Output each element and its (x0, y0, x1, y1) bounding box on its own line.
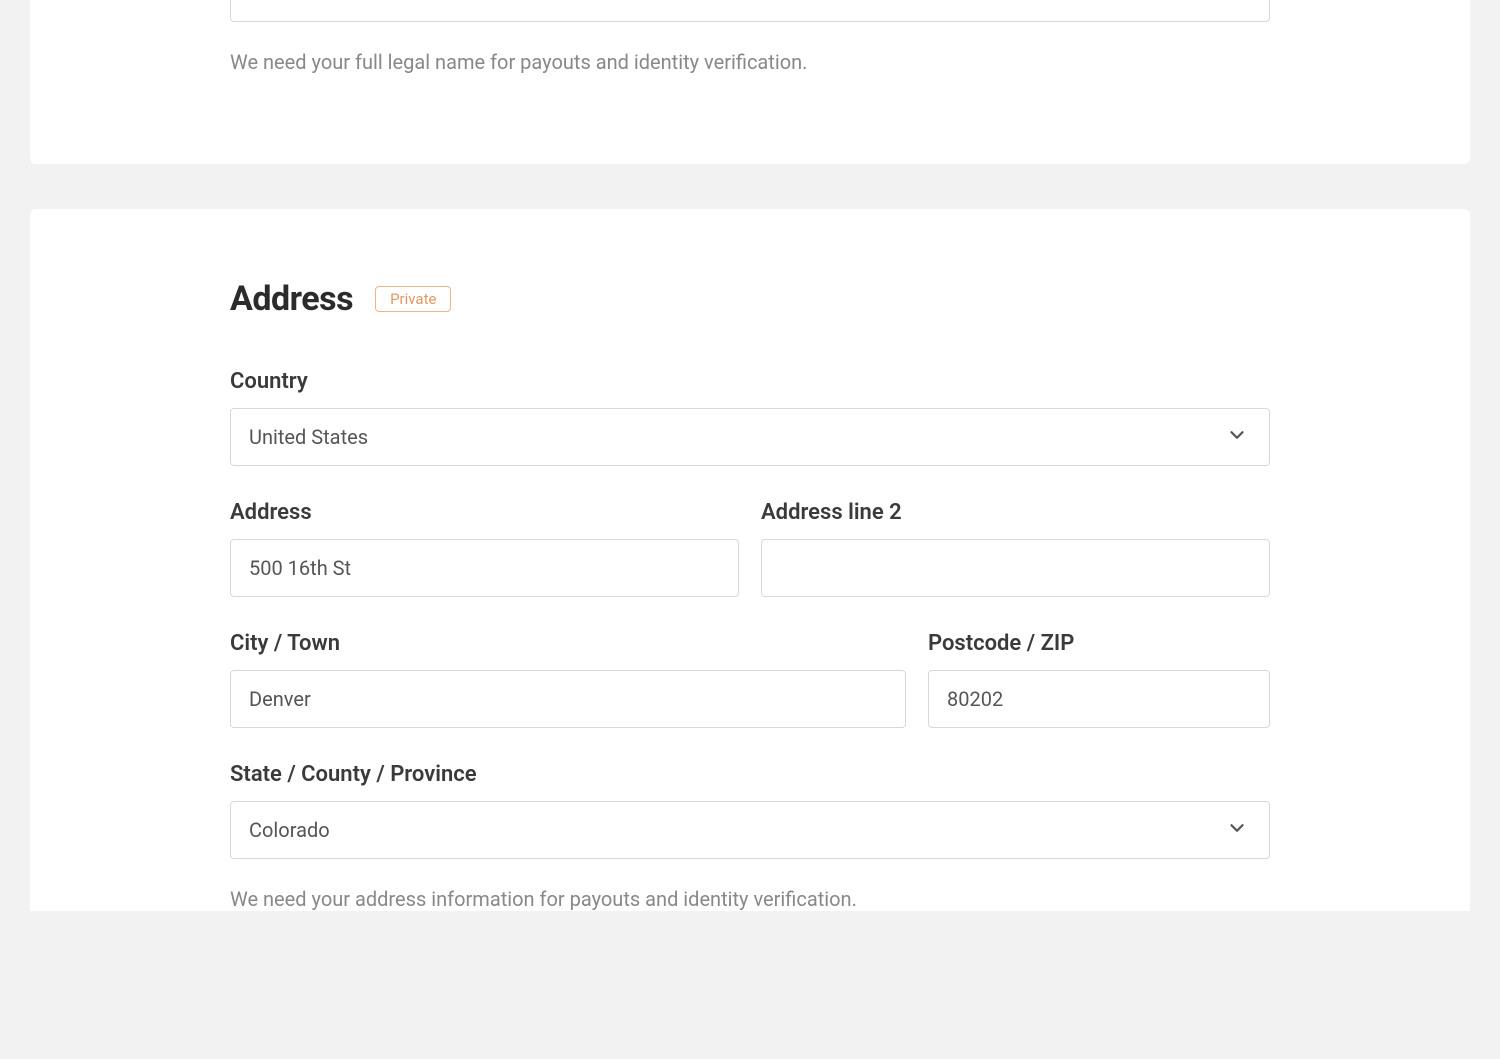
state-select[interactable]: Colorado (230, 801, 1270, 859)
name-input-partial[interactable] (230, 0, 1270, 22)
address2-col: Address line 2 (761, 500, 1270, 597)
country-field-group: Country United States (230, 369, 1270, 466)
state-field-group: State / County / Province Colorado (230, 762, 1270, 859)
country-select-wrapper: United States (230, 408, 1270, 466)
postcode-label: Postcode / ZIP (928, 631, 1270, 656)
city-zip-row: City / Town Postcode / ZIP (230, 631, 1270, 728)
address-section-header: Address Private (230, 279, 1270, 319)
address-input[interactable] (230, 539, 739, 597)
country-select[interactable]: United States (230, 408, 1270, 466)
address-title: Address (230, 279, 353, 319)
address-card: Address Private Country United States Ad… (30, 209, 1470, 911)
postcode-col: Postcode / ZIP (928, 631, 1270, 728)
address2-input[interactable] (761, 539, 1270, 597)
postcode-input[interactable] (928, 670, 1270, 728)
address2-label: Address line 2 (761, 500, 1270, 525)
address-row: Address Address line 2 (230, 500, 1270, 597)
address-col: Address (230, 500, 739, 597)
city-col: City / Town (230, 631, 906, 728)
card-spacer (0, 164, 1500, 209)
city-input[interactable] (230, 670, 906, 728)
name-card: We need your full legal name for payouts… (30, 0, 1470, 164)
address-help-text: We need your address information for pay… (230, 887, 1270, 911)
name-help-text: We need your full legal name for payouts… (230, 50, 1270, 74)
country-label: Country (230, 369, 1270, 394)
private-badge: Private (375, 286, 451, 312)
address-label: Address (230, 500, 739, 525)
city-label: City / Town (230, 631, 906, 656)
state-select-wrapper: Colorado (230, 801, 1270, 859)
state-label: State / County / Province (230, 762, 1270, 787)
